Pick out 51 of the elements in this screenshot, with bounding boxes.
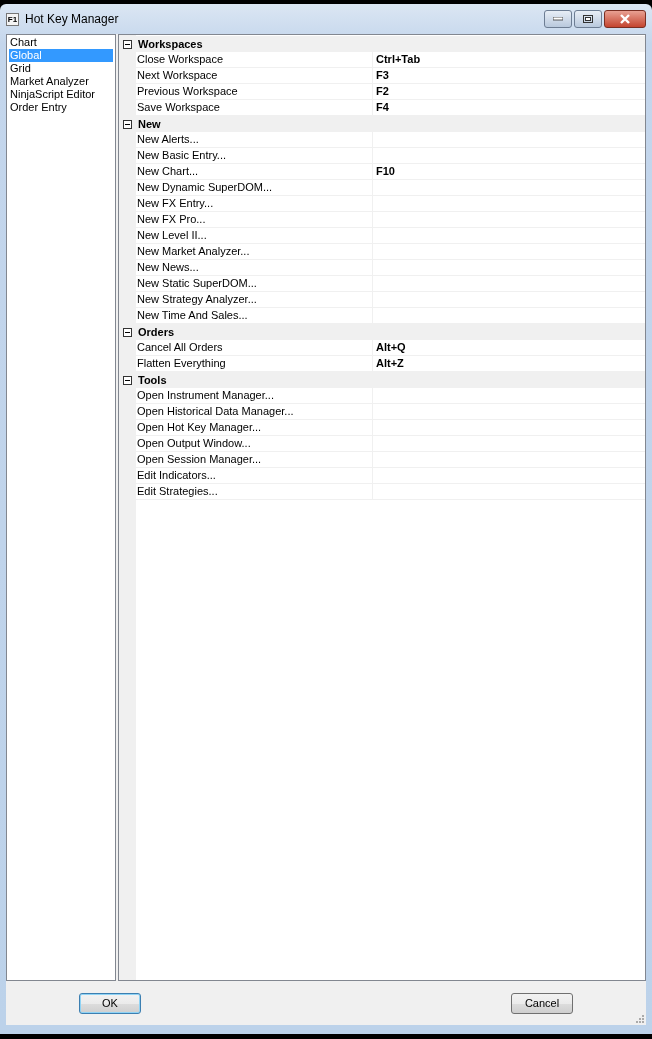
maximize-button[interactable]	[574, 10, 602, 28]
dialog-button[interactable]: Cancel	[511, 992, 573, 1014]
command-cell[interactable]: Open Session Manager...	[136, 452, 373, 468]
close-button[interactable]	[604, 10, 646, 28]
minimize-button[interactable]	[544, 10, 572, 28]
command-cell[interactable]: Open Output Window...	[136, 436, 373, 452]
category-header: Workspaces	[138, 38, 203, 50]
hotkey-cell[interactable]: F3	[373, 68, 645, 84]
command-cell[interactable]: New FX Pro...	[136, 212, 373, 228]
hotkey-cell[interactable]: F2	[373, 84, 645, 100]
category-header: New	[138, 118, 161, 130]
command-cell[interactable]: Close Workspace	[136, 52, 373, 68]
minimize-icon	[553, 17, 563, 21]
collapse-icon[interactable]	[123, 375, 132, 385]
command-cell[interactable]: Open Historical Data Manager...	[136, 404, 373, 420]
app-icon: F1	[6, 12, 19, 26]
command-cell[interactable]: New Strategy Analyzer...	[136, 292, 373, 308]
command-cell[interactable]: New Alerts...	[136, 132, 373, 148]
category-item[interactable]: Grid	[9, 62, 113, 75]
collapse-icon[interactable]	[123, 119, 132, 129]
command-cell[interactable]: New Level II...	[136, 228, 373, 244]
category-header: Orders	[138, 326, 175, 338]
category-item[interactable]: Chart	[9, 36, 113, 49]
category-item[interactable]: NinjaScript Editor	[9, 88, 113, 101]
close-icon	[619, 14, 631, 24]
command-cell[interactable]: Open Hot Key Manager...	[136, 420, 373, 436]
collapse-icon[interactable]	[123, 39, 132, 49]
command-cell[interactable]: New Chart...	[136, 164, 373, 180]
hotkey-cell[interactable]: Ctrl+Tab	[373, 52, 645, 68]
command-cell[interactable]: Edit Indicators...	[136, 468, 373, 484]
command-cell[interactable]: Next Workspace	[136, 68, 373, 84]
command-cell[interactable]: Edit Strategies...	[136, 484, 373, 500]
dialog-button[interactable]: OK	[79, 992, 141, 1014]
command-cell[interactable]: Open Instrument Manager...	[136, 388, 373, 404]
category-item[interactable]: Market Analyzer	[9, 75, 113, 88]
command-cell[interactable]: New Basic Entry...	[136, 148, 373, 164]
command-cell[interactable]: New Static SuperDOM...	[136, 276, 373, 292]
window-title: Hot Key Manager	[25, 12, 120, 26]
command-cell[interactable]: New FX Entry...	[136, 196, 373, 212]
command-cell[interactable]: New Market Analyzer...	[136, 244, 373, 260]
hotkey-cell[interactable]: Alt+Q	[373, 340, 645, 356]
command-cell[interactable]: New News...	[136, 260, 373, 276]
hotkey-cell[interactable]: F10	[373, 164, 645, 180]
restore-icon	[583, 15, 593, 23]
command-cell[interactable]: Previous Workspace	[136, 84, 373, 100]
category-header: Tools	[138, 374, 167, 386]
category-item[interactable]: Order Entry	[9, 101, 113, 114]
command-cell[interactable]: New Dynamic SuperDOM...	[136, 180, 373, 196]
collapse-icon[interactable]	[123, 327, 132, 337]
resize-grip-icon[interactable]	[634, 1013, 644, 1023]
command-cell[interactable]: Cancel All Orders	[136, 340, 373, 356]
